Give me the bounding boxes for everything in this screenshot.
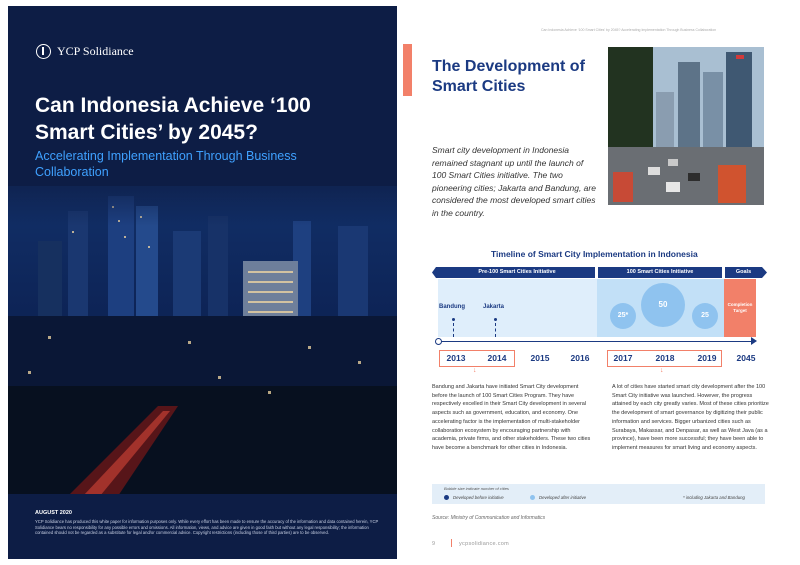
title-accent-bar: [403, 44, 412, 96]
timeline-title: Timeline of Smart City Implementation in…: [491, 249, 698, 259]
report-title: Can Indonesia Achieve ‘100 Smart Cities’…: [35, 94, 311, 144]
legend-note: Bubble size indicate number of cities: [444, 486, 509, 491]
disclaimer-text: YCP Solidiance has produced this white p…: [35, 519, 379, 536]
report-date: AUGUST 2020: [35, 510, 72, 516]
logo-text: YCP Solidiance: [57, 44, 134, 58]
goal-label: Completion Target: [727, 302, 753, 313]
legend-dot-after: [530, 495, 535, 500]
city-night-photo: [8, 186, 397, 496]
section-pre-initiative: Pre-100 Smart Cities Initiative: [478, 269, 556, 275]
running-header: Can Indonesia Achieve ‘100 Smart Cities’…: [541, 28, 717, 32]
city-jakarta-label: Jakarta: [483, 304, 505, 310]
timeline-arrow-icon: [751, 337, 757, 345]
city-bandung-label: Bandung: [439, 304, 465, 310]
right-column-text: A lot of cities have started smart city …: [612, 384, 769, 451]
source-note: Source: Ministry of Communication and In…: [432, 515, 546, 521]
jakarta-pin: [494, 318, 497, 321]
year-label: 2017: [613, 353, 633, 363]
jakarta-traffic-photo: [608, 47, 764, 205]
website-link[interactable]: ycpsolidiance.com: [459, 541, 509, 547]
year-label: 2045: [736, 353, 756, 363]
report-subtitle: Accelerating Implementation Through Busi…: [35, 149, 297, 179]
footer-divider: [451, 539, 452, 547]
down-arrow-icon: ↓: [660, 367, 664, 374]
company-logo: YCP Solidiance: [36, 44, 134, 59]
bubble-2018: 50: [641, 283, 685, 327]
bandung-pin-line: [453, 323, 454, 337]
legend-dot-before: [444, 495, 449, 500]
year-label: 2013: [446, 353, 466, 363]
timeline-start-marker: [435, 338, 442, 345]
year-label: 2014: [487, 353, 507, 363]
timeline-legend: Bubble size indicate number of cities De…: [432, 484, 765, 504]
legend-footnote: * including Jakarta and Bandung: [683, 495, 745, 500]
article-page: Can Indonesia Achieve ‘100 Smart Cities’…: [403, 6, 794, 559]
legend-before-label: Developed before initiative: [453, 495, 504, 500]
section-title: The Development of Smart Cities: [432, 58, 585, 95]
jakarta-pin-line: [495, 323, 496, 337]
left-column-text: Bandung and Jakarta have initiated Smart…: [432, 384, 591, 451]
bubble-2019: 25: [692, 303, 718, 329]
intro-paragraph: Smart city development in Indonesia rema…: [432, 145, 596, 218]
ycp-logo-icon: [36, 44, 51, 59]
bubble-2017: 25*: [610, 303, 636, 329]
legend-after-label: Developed after initiative: [539, 495, 587, 500]
timeline-axis: [439, 341, 751, 342]
section-initiative: 100 Smart Cities Initiative: [626, 269, 694, 275]
section-goals: Goals: [735, 269, 752, 275]
down-arrow-icon: ↓: [473, 367, 477, 374]
year-label: 2019: [697, 353, 717, 363]
bandung-pin: [452, 318, 455, 321]
year-label: 2016: [570, 353, 590, 363]
year-label: 2018: [655, 353, 675, 363]
report-cover: YCP Solidiance Can Indonesia Achieve ‘10…: [8, 6, 397, 559]
year-label: 2015: [530, 353, 550, 363]
page-number: 9: [432, 541, 436, 547]
